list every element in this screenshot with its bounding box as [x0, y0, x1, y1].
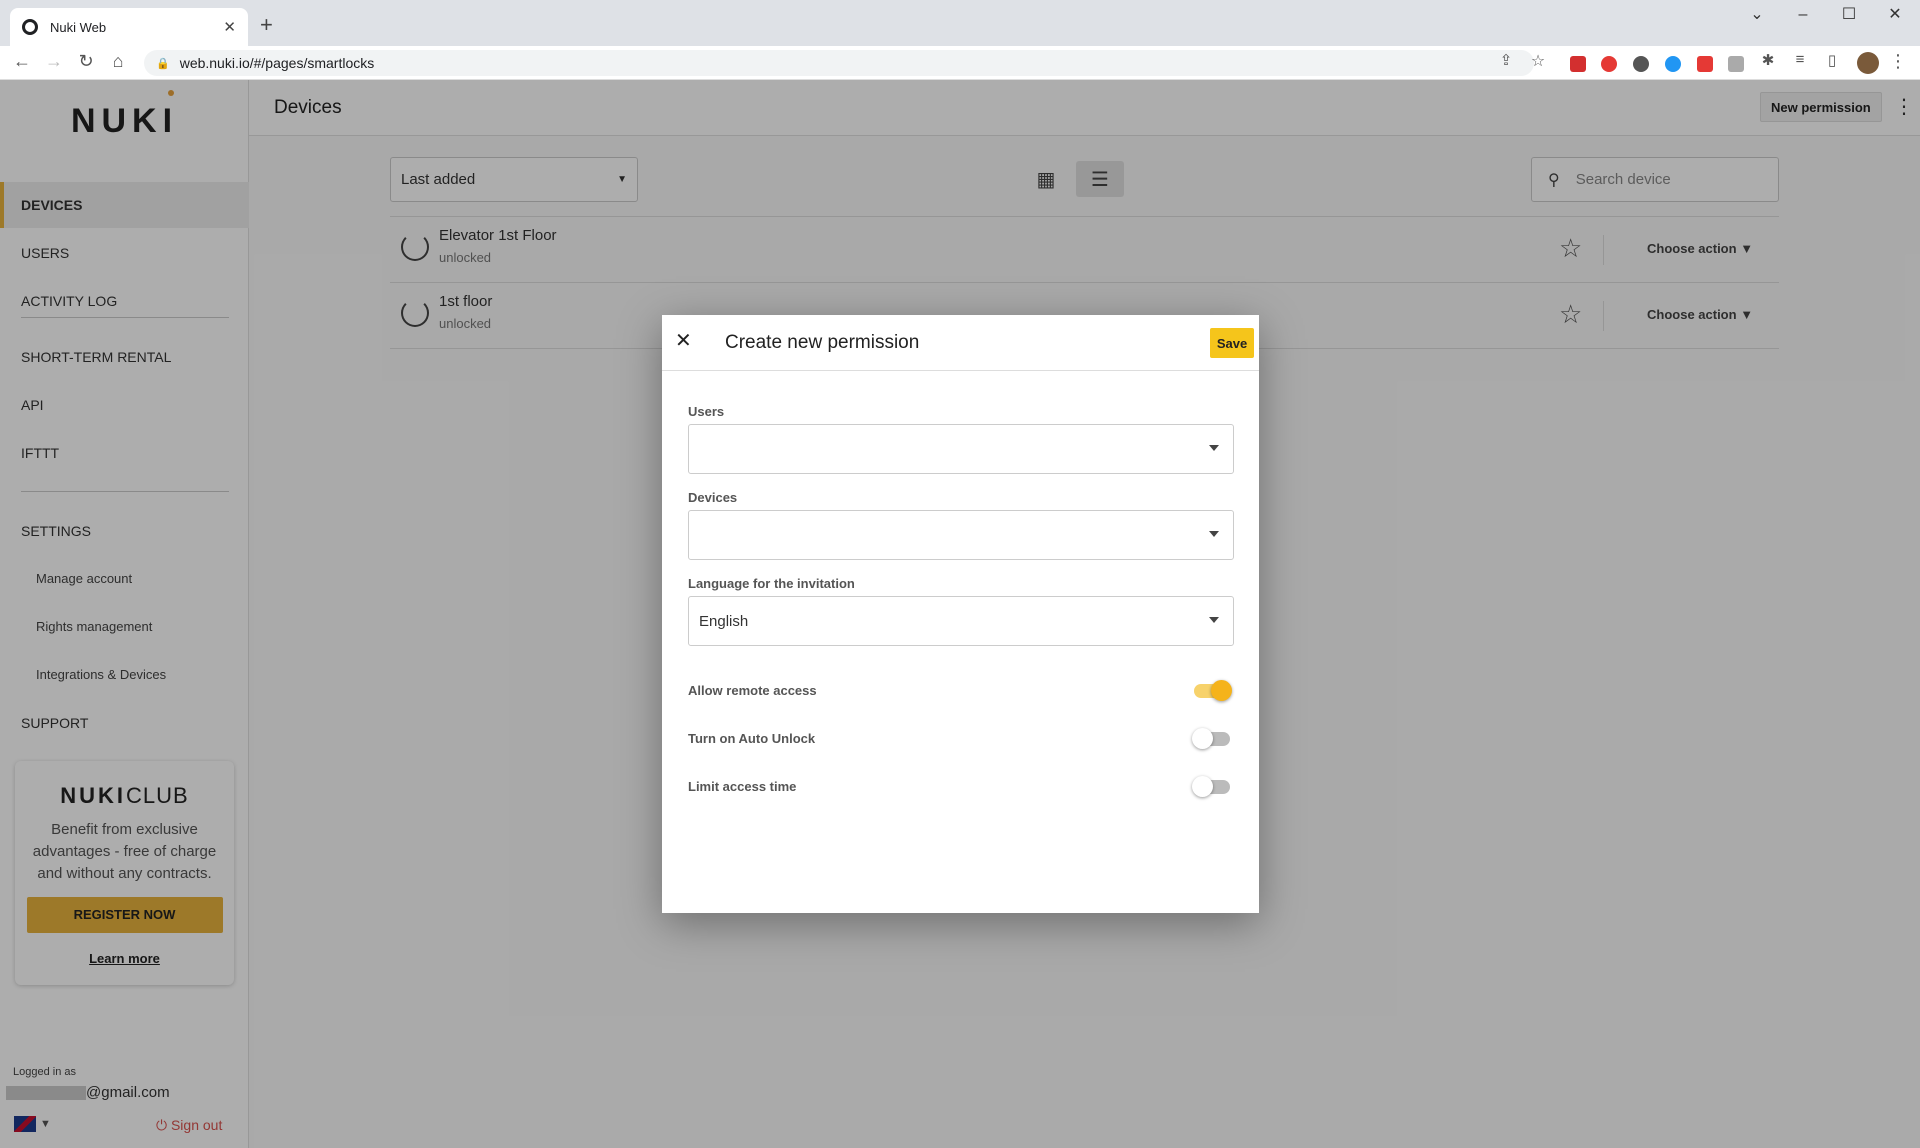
language-label: Language for the invitation: [688, 576, 855, 591]
reload-icon[interactable]: ↻: [72, 51, 100, 72]
address-bar[interactable]: 🔒 web.nuki.io/#/pages/smartlocks: [144, 50, 1534, 76]
limit-access-time-toggle[interactable]: [1192, 776, 1230, 797]
users-label: Users: [688, 404, 725, 419]
dialog-header: ✕ Create new permission Save: [662, 315, 1259, 371]
media-icon[interactable]: ≡: [1786, 51, 1814, 68]
dialog-title: Create new permission: [725, 332, 920, 353]
extensions-puzzle-icon[interactable]: ✱: [1754, 51, 1782, 69]
save-button[interactable]: Save: [1210, 328, 1254, 358]
toggle-knob: [1211, 680, 1232, 701]
browser-tab[interactable]: Nuki Web ✕: [10, 8, 248, 46]
close-window-icon[interactable]: ✕: [1872, 4, 1918, 26]
users-select[interactable]: [688, 424, 1234, 474]
extension-icon[interactable]: [1570, 56, 1586, 72]
back-icon[interactable]: ←: [8, 51, 36, 72]
allow-remote-access-label: Allow remote access: [688, 683, 817, 698]
language-value: English: [699, 612, 749, 630]
allow-remote-access-toggle[interactable]: [1194, 680, 1232, 701]
extension-icon[interactable]: [1665, 56, 1681, 72]
tab-search-icon[interactable]: ⌄: [1734, 4, 1780, 26]
auto-unlock-toggle[interactable]: [1192, 728, 1230, 749]
browser-toolbar: ← → ↻ ⌂ 🔒 web.nuki.io/#/pages/smartlocks…: [0, 46, 1920, 80]
chevron-down-icon: [1209, 617, 1219, 623]
extension-icon[interactable]: [1633, 56, 1649, 72]
auto-unlock-label: Turn on Auto Unlock: [688, 731, 816, 746]
lock-icon[interactable]: 🔒: [156, 57, 170, 70]
new-tab-icon[interactable]: +: [260, 12, 273, 38]
close-icon[interactable]: ✕: [675, 328, 692, 353]
language-select[interactable]: English: [688, 596, 1234, 646]
toggle-knob: [1192, 776, 1213, 797]
nuki-favicon-icon: [22, 19, 38, 35]
browser-menu-icon[interactable]: ⋮: [1884, 51, 1912, 72]
sidepanel-icon[interactable]: ▯: [1818, 51, 1846, 69]
close-tab-icon[interactable]: ✕: [223, 18, 236, 36]
minimize-icon[interactable]: –: [1780, 4, 1826, 26]
maximize-icon[interactable]: ☐: [1826, 4, 1872, 26]
home-icon[interactable]: ⌂: [104, 51, 132, 72]
chevron-down-icon: [1209, 445, 1219, 451]
bookmark-star-icon[interactable]: ☆: [1524, 51, 1552, 71]
devices-select[interactable]: [688, 510, 1234, 560]
url-text: web.nuki.io/#/pages/smartlocks: [179, 55, 375, 71]
create-permission-dialog: ✕ Create new permission Save Users Devic…: [662, 315, 1259, 913]
share-icon[interactable]: ⇪: [1492, 51, 1520, 69]
forward-icon[interactable]: →: [40, 51, 68, 72]
profile-avatar[interactable]: [1857, 52, 1879, 74]
extension-icon[interactable]: [1601, 56, 1617, 72]
extension-new-icon[interactable]: [1697, 56, 1713, 72]
browser-tabbar: Nuki Web ✕ + ⌄ – ☐ ✕: [0, 0, 1920, 46]
chevron-down-icon: [1209, 531, 1219, 537]
tab-title: Nuki Web: [50, 19, 107, 35]
limit-access-time-label: Limit access time: [688, 779, 797, 794]
extension-icon[interactable]: [1728, 56, 1744, 72]
toggle-knob: [1192, 728, 1213, 749]
devices-label: Devices: [688, 490, 738, 505]
